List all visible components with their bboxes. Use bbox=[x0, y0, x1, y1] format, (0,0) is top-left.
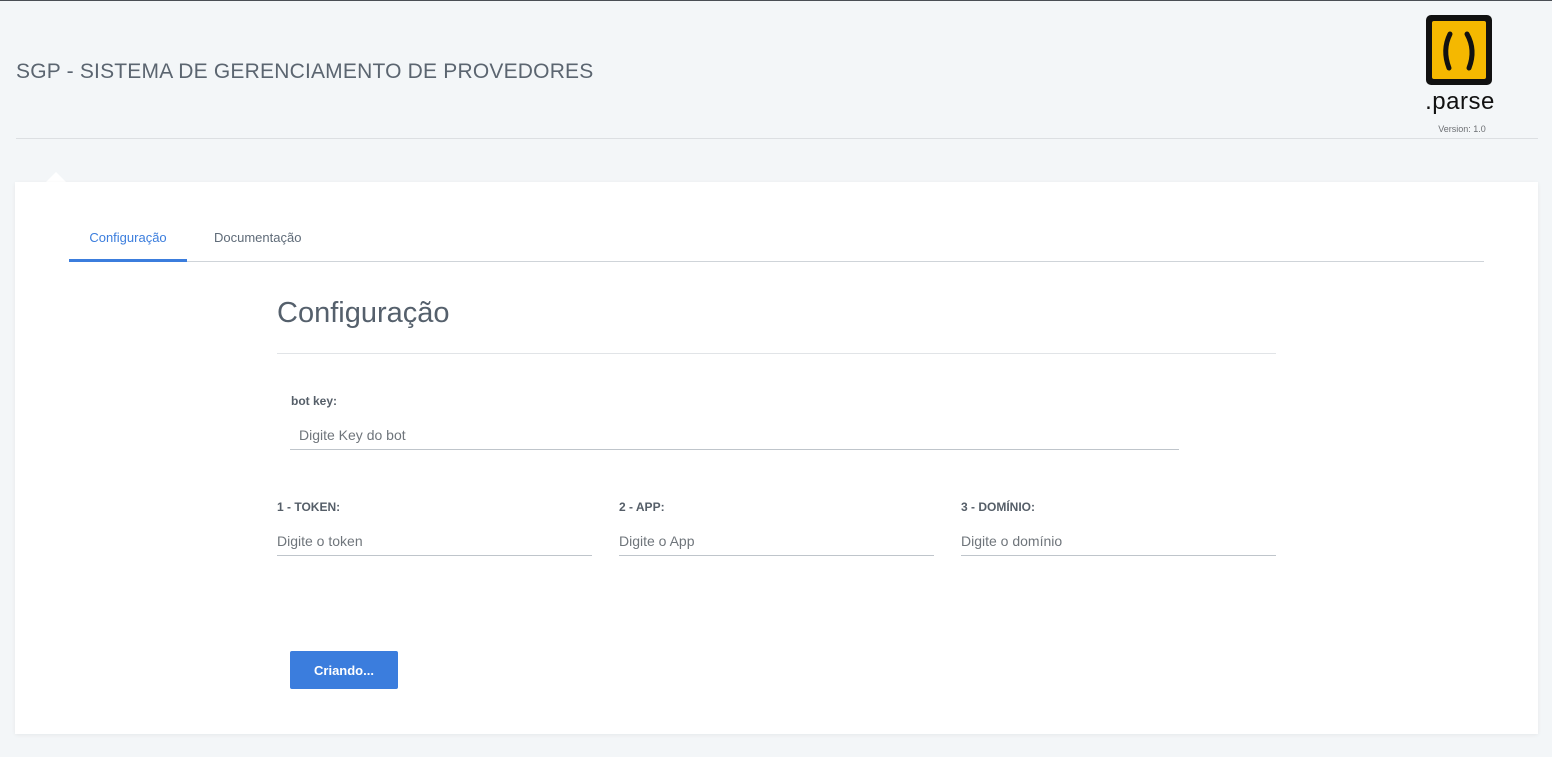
bot-key-input[interactable] bbox=[290, 420, 1179, 450]
token-input[interactable] bbox=[277, 526, 592, 556]
logo-text: .parse bbox=[1425, 88, 1495, 115]
dominio-input[interactable] bbox=[961, 526, 1276, 556]
section-title: Configuração bbox=[277, 297, 450, 329]
card-pointer bbox=[46, 172, 66, 182]
tab-bar: Configuração Documentação bbox=[69, 222, 1484, 262]
section-divider bbox=[277, 353, 1276, 354]
dominio-label: 3 - DOMÍNIO: bbox=[961, 500, 1035, 514]
token-label: 1 - TOKEN: bbox=[277, 500, 341, 514]
main-card bbox=[15, 182, 1538, 734]
app-input[interactable] bbox=[619, 526, 934, 556]
parse-logo-icon bbox=[1426, 15, 1492, 85]
criando-button[interactable]: Criando... bbox=[290, 651, 398, 689]
version-label: Version: 1.0 bbox=[1438, 124, 1486, 134]
tab-documentacao[interactable]: Documentação bbox=[214, 222, 301, 262]
bot-key-label: bot key: bbox=[291, 394, 338, 408]
window-top-border bbox=[0, 0, 1552, 1]
app-title: SGP - SISTEMA DE GERENCIAMENTO DE PROVED… bbox=[16, 60, 594, 83]
tab-configuracao[interactable]: Configuração bbox=[69, 222, 187, 262]
header-divider bbox=[16, 138, 1538, 139]
app-label: 2 - APP: bbox=[619, 500, 665, 514]
